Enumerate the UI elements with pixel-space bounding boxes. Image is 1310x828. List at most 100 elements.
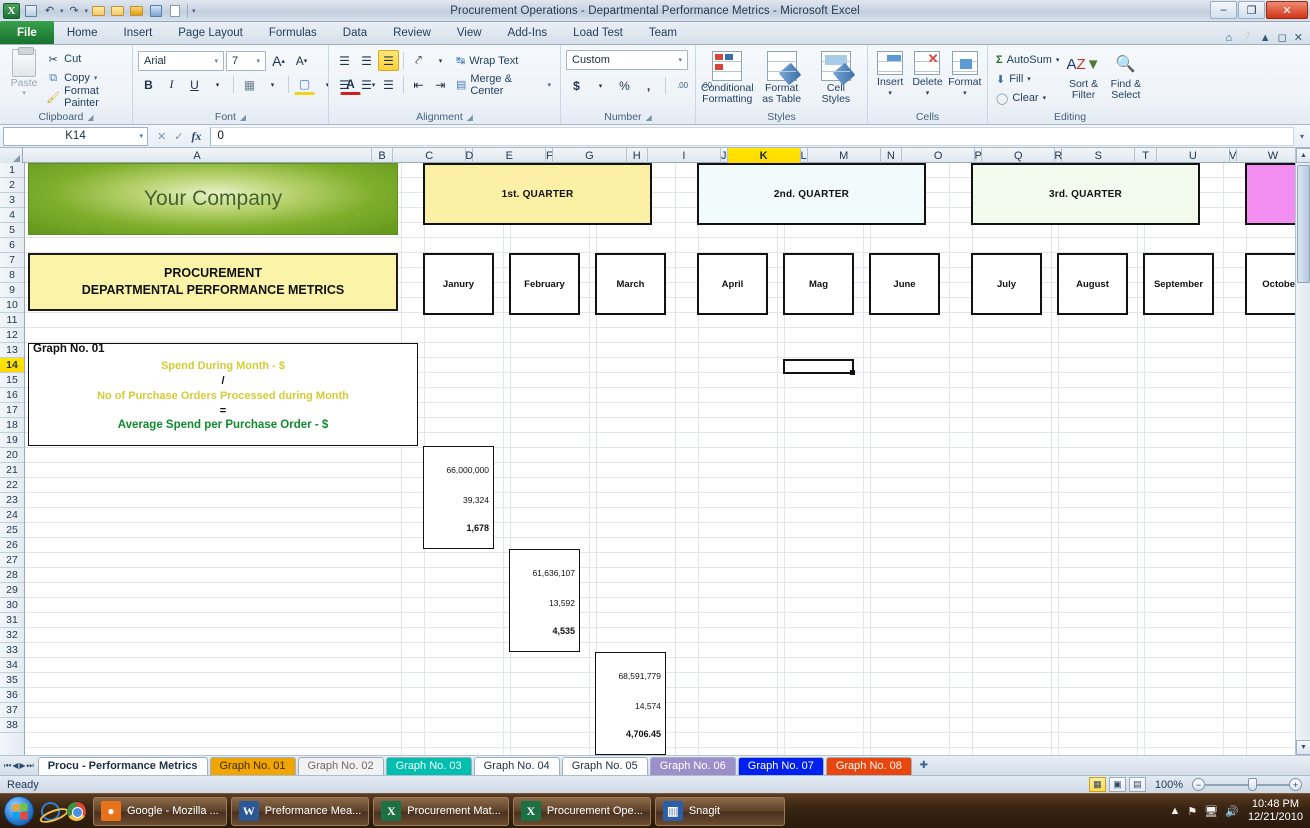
tab-insert[interactable]: Insert (111, 22, 166, 44)
column-header-a[interactable]: A (23, 148, 372, 163)
restore-ribbon-icon[interactable]: ◻ (1278, 31, 1287, 44)
row-header-12[interactable]: 12 (0, 328, 24, 343)
zoom-in-button[interactable]: + (1289, 778, 1302, 791)
align-top-button[interactable]: ☰ (334, 50, 355, 71)
row-header-28[interactable]: 28 (0, 568, 24, 583)
bold-button[interactable]: B (138, 74, 159, 95)
sheet-tab-graph-2[interactable]: Graph No. 02 (297, 756, 384, 775)
row-header-25[interactable]: 25 (0, 523, 24, 538)
column-header-l[interactable]: L (801, 148, 808, 163)
sheet-tab-performance-metrics[interactable]: Procu - Performance Metrics (37, 756, 208, 775)
row-header-36[interactable]: 36 (0, 688, 24, 703)
row-header-9[interactable]: 9 (0, 283, 24, 298)
row-header-8[interactable]: 8 (0, 268, 24, 283)
autosum-dropdown-icon[interactable]: ▾ (1056, 56, 1060, 64)
zoom-slider[interactable]: − + (1192, 778, 1302, 792)
tab-review[interactable]: Review (380, 22, 444, 44)
home-icon[interactable]: ⌂ (1225, 32, 1232, 44)
internet-explorer-icon[interactable] (37, 797, 63, 825)
close-ribbon-icon[interactable]: ✕ (1294, 31, 1303, 44)
sort-filter-button[interactable]: A Z ▼ Sort & Filter (1062, 49, 1104, 101)
cell-styles-button[interactable]: Cell Styles (810, 49, 862, 105)
show-hidden-icons-icon[interactable]: ▲ (1170, 805, 1181, 817)
fill-button[interactable]: ⬇ Fill ▾ (993, 70, 1062, 88)
taskbar-button-3[interactable]: X Procurement Mat... (373, 796, 509, 826)
sheet-tab-graph-1[interactable]: Graph No. 01 (209, 756, 296, 775)
row-header-18[interactable]: 18 (0, 418, 24, 433)
increase-decimal-button[interactable]: .00 (672, 75, 693, 96)
wrap-text-button[interactable]: ↹ Wrap Text (452, 51, 522, 71)
cut-button[interactable]: ✂ Cut (43, 50, 127, 68)
number-dialog-launcher-icon[interactable]: ◢ (646, 113, 652, 122)
zoom-knob[interactable] (1248, 778, 1257, 791)
borders-dropdown-icon[interactable]: ▾ (262, 74, 283, 95)
increase-indent-button[interactable]: ⇥ (430, 74, 451, 95)
scroll-down-button[interactable]: ▼ (1296, 740, 1310, 755)
row-header-35[interactable]: 35 (0, 673, 24, 688)
currency-dropdown-icon[interactable]: ▾ (590, 75, 611, 96)
maximize-button[interactable]: ❐ (1238, 1, 1265, 19)
number-format-combo[interactable]: Custom ▾ (566, 50, 688, 70)
sheet-tab-graph-8[interactable]: Graph No. 08 (825, 756, 912, 775)
column-header-f[interactable]: F (546, 148, 554, 163)
clipboard-dialog-launcher-icon[interactable]: ◢ (87, 113, 93, 122)
row-header-4[interactable]: 4 (0, 208, 24, 223)
column-header-c[interactable]: C (393, 148, 467, 163)
minimize-ribbon-icon[interactable]: ▲ (1260, 32, 1271, 44)
column-header-m[interactable]: M (808, 148, 881, 163)
paste-button[interactable]: Paste ▾ (5, 47, 43, 97)
format-painter-button[interactable]: 🖌 Format Painter (43, 85, 127, 109)
tab-home[interactable]: Home (54, 22, 111, 44)
align-center-button[interactable]: ☰ (356, 74, 377, 95)
tab-load-test[interactable]: Load Test (560, 22, 636, 44)
clock[interactable]: 10:48 PM 12/21/2010 (1246, 798, 1303, 824)
column-header-k[interactable]: K (727, 148, 801, 163)
network-flag-icon[interactable]: ⚑ (1187, 805, 1197, 818)
scroll-up-button[interactable]: ▲ (1296, 148, 1310, 163)
sheet-tab-graph-3[interactable]: Graph No. 03 (385, 756, 472, 775)
orientation-button[interactable]: ⤤ (408, 50, 429, 71)
tab-file[interactable]: File (0, 21, 54, 44)
shrink-font-button[interactable]: A ▾ (291, 50, 312, 71)
taskbar-button-4[interactable]: X Procurement Ope... (512, 796, 651, 826)
row-header-30[interactable]: 30 (0, 598, 24, 613)
row-header-3[interactable]: 3 (0, 193, 24, 208)
taskbar-button-1[interactable]: ● Google - Mozilla ... (93, 796, 227, 826)
network-icon[interactable]: 🖥 (1204, 805, 1218, 818)
last-sheet-icon[interactable]: ⏭ (27, 761, 34, 771)
underline-button[interactable]: U (184, 74, 205, 95)
column-header-h[interactable]: H (627, 148, 648, 163)
row-header-33[interactable]: 33 (0, 643, 24, 658)
sheet-tab-graph-6[interactable]: Graph No. 06 (649, 756, 736, 775)
next-sheet-icon[interactable]: ▶ (19, 761, 25, 770)
row-header-24[interactable]: 24 (0, 508, 24, 523)
merge-center-button[interactable]: ▤ Merge & Center ▾ (452, 73, 555, 97)
selected-cell-K14[interactable] (783, 359, 855, 375)
grow-font-button[interactable]: A ▴ (268, 50, 289, 71)
sheet-tab-graph-5[interactable]: Graph No. 05 (561, 756, 648, 775)
taskbar-button-2[interactable]: W Preformance Mea... (230, 796, 370, 826)
currency-button[interactable]: $ (566, 75, 587, 96)
row-header-19[interactable]: 19 (0, 433, 24, 448)
alignment-dialog-launcher-icon[interactable]: ◢ (467, 113, 473, 122)
autosum-button[interactable]: Σ AutoSum ▾ (993, 51, 1062, 69)
close-button[interactable]: ✕ (1266, 1, 1308, 19)
column-header-u[interactable]: U (1157, 148, 1230, 163)
column-header-d[interactable]: D (465, 148, 474, 163)
tab-add-ins[interactable]: Add-Ins (495, 22, 561, 44)
insert-dropdown-icon[interactable]: ▾ (888, 88, 892, 99)
row-header-10[interactable]: 10 (0, 298, 24, 313)
row-header-2[interactable]: 2 (0, 178, 24, 193)
row-header-22[interactable]: 22 (0, 478, 24, 493)
first-sheet-icon[interactable]: ⏮ (4, 761, 11, 771)
row-header-23[interactable]: 23 (0, 493, 24, 508)
italic-button[interactable]: I (161, 74, 182, 95)
chevron-down-icon[interactable]: ▾ (675, 56, 685, 64)
row-header-37[interactable]: 37 (0, 703, 24, 718)
align-right-button[interactable]: ☰ (378, 74, 399, 95)
comma-button[interactable]: , (638, 75, 659, 96)
row-header-27[interactable]: 27 (0, 553, 24, 568)
select-all-corner[interactable] (0, 148, 24, 163)
column-header-e[interactable]: E (473, 148, 547, 163)
chevron-down-icon[interactable]: ▾ (139, 132, 143, 140)
